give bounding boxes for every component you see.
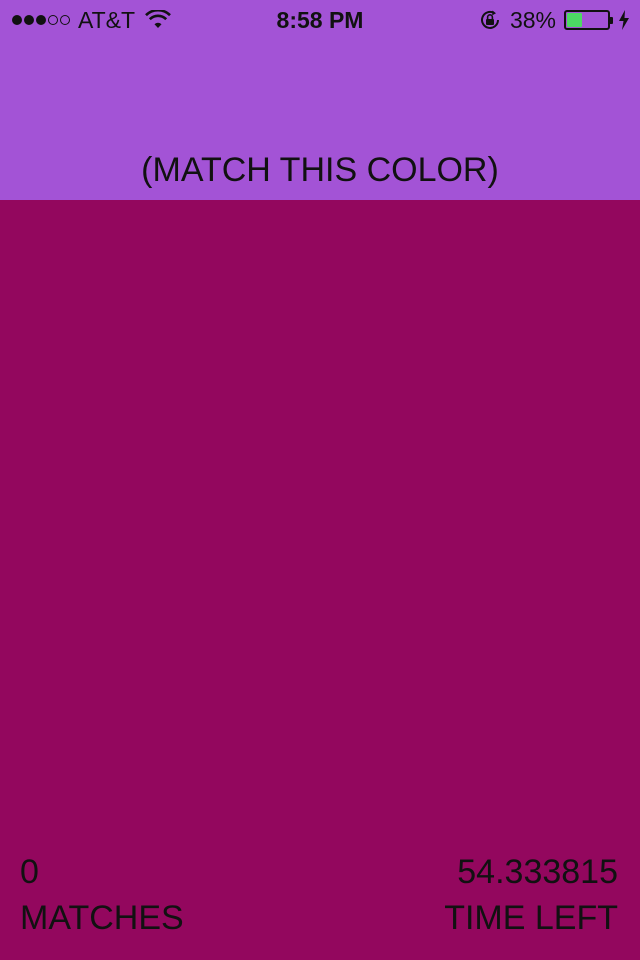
matches-label: MATCHES	[20, 899, 184, 937]
battery-level-fill	[567, 13, 582, 27]
status-bar: AT&T 8:58 PM 38%	[0, 0, 640, 40]
time-left-label: TIME LEFT	[444, 899, 618, 937]
color-match-screen: AT&T 8:58 PM 38% (MATCH THIS COLOR) 0 MA…	[0, 0, 640, 960]
status-right: 38%	[478, 6, 630, 34]
battery-percent: 38%	[509, 6, 556, 33]
matches-count: 0	[20, 853, 39, 891]
color-play-area[interactable]	[0, 200, 640, 960]
match-color-prompt: (MATCH THIS COLOR)	[141, 151, 499, 189]
rotation-lock-icon	[480, 10, 499, 29]
charging-bolt-icon	[619, 10, 629, 30]
battery-icon	[564, 10, 613, 30]
time-left-value: 54.333815	[457, 853, 618, 891]
